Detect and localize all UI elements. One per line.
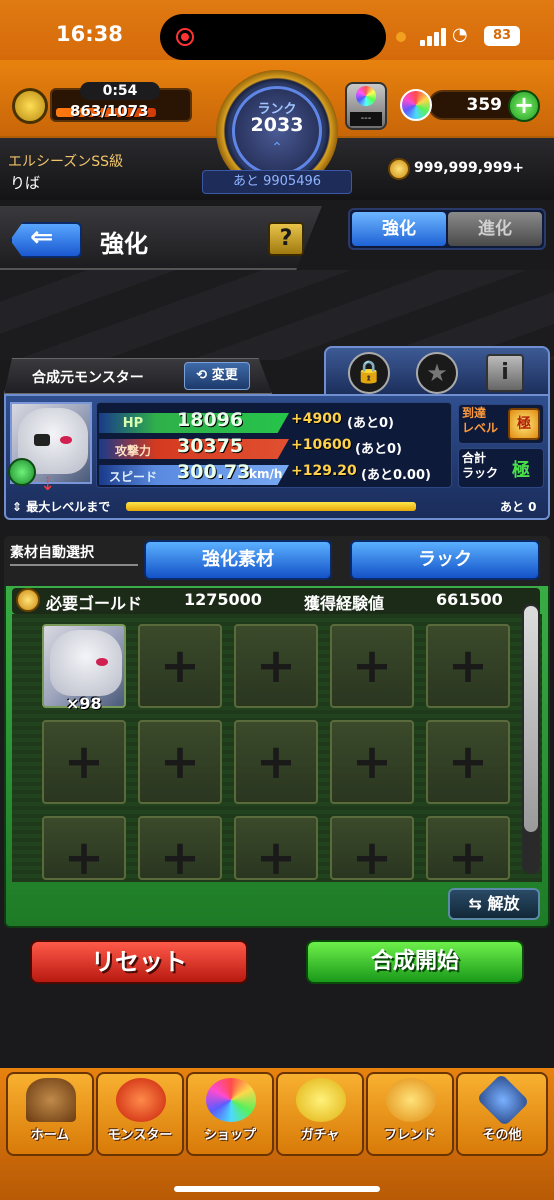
home-indicator[interactable] bbox=[174, 1186, 380, 1192]
max-level-label: ⇕ 最大レベルまで bbox=[12, 500, 111, 514]
orb-value: 359 bbox=[466, 95, 503, 115]
gold-coin-icon bbox=[16, 588, 40, 612]
material-slot[interactable]: + bbox=[330, 816, 414, 886]
star-icon[interactable]: ★ bbox=[416, 352, 458, 394]
gold-value: 999,999,999+ bbox=[414, 160, 525, 176]
material-slot[interactable]: + bbox=[330, 624, 414, 708]
user-name: りば bbox=[10, 174, 41, 192]
reset-button[interactable]: リセット bbox=[30, 940, 248, 984]
stat-rest-hp: (あと0) bbox=[347, 416, 394, 431]
stat-label-attack: 攻撃力 bbox=[114, 444, 151, 458]
stat-box: HP 攻撃力 スピード 18096 30375 300.73 km/h +490… bbox=[96, 402, 452, 488]
battery-icon: 83 bbox=[484, 26, 520, 46]
home-icon bbox=[26, 1078, 76, 1122]
material-slot[interactable]: + bbox=[42, 720, 126, 804]
gold-coin-icon bbox=[388, 158, 410, 180]
luck-value: 極 bbox=[512, 460, 530, 481]
monster-icon bbox=[116, 1078, 166, 1122]
user-title: エルシーズンSS級 bbox=[8, 154, 124, 170]
reach-level-label: 到達 レベル bbox=[462, 406, 499, 435]
nav-monster[interactable] bbox=[96, 1072, 184, 1156]
exp-label: 獲得経験値 bbox=[304, 594, 385, 613]
auto-select-button[interactable]: 素材自動選択 bbox=[10, 542, 138, 566]
stat-rest-speed: (あと0.00) bbox=[361, 468, 431, 483]
orb-icon bbox=[400, 89, 432, 121]
base-monster-label: 合成元モンスター bbox=[32, 370, 144, 386]
material-slot[interactable]: + bbox=[234, 624, 318, 708]
arrow-left-icon: ⇐ bbox=[30, 220, 54, 253]
orb-icon bbox=[206, 1078, 256, 1122]
nav-home[interactable] bbox=[6, 1072, 94, 1156]
nav-friend[interactable] bbox=[366, 1072, 454, 1156]
other-icon bbox=[476, 1073, 530, 1127]
max-level-bar bbox=[126, 502, 416, 511]
material-slot[interactable]: + bbox=[426, 624, 510, 708]
nav-label-home: ホーム bbox=[30, 1128, 70, 1143]
tab-enhance[interactable]: 強化 bbox=[352, 212, 446, 246]
recording-icon bbox=[176, 28, 194, 46]
release-button[interactable]: ⇆ 解放 bbox=[448, 888, 540, 920]
material-slot[interactable]: + bbox=[234, 720, 318, 804]
orb-storage-value: --- bbox=[350, 112, 382, 126]
reach-level-badge: 極 bbox=[508, 408, 540, 440]
stat-value-hp: 18096 bbox=[177, 409, 244, 431]
nav-label-gacha: ガチャ bbox=[300, 1128, 340, 1143]
stat-plus-hp: +4900 bbox=[291, 411, 342, 427]
required-gold-label: 必要ゴールド bbox=[46, 594, 143, 613]
buy-orb-button[interactable]: + bbox=[508, 90, 540, 122]
nav-other[interactable] bbox=[456, 1072, 548, 1156]
nav-gacha[interactable] bbox=[276, 1072, 364, 1156]
stat-unit-speed: km/h bbox=[249, 467, 283, 481]
material-slot[interactable]: + bbox=[42, 816, 126, 886]
nav-label-friend: フレンド bbox=[383, 1128, 436, 1143]
required-gold-value: 1275000 bbox=[184, 590, 262, 609]
nav-label-shop: ショップ bbox=[203, 1128, 256, 1143]
tab-evolve[interactable]: 進化 bbox=[448, 212, 542, 246]
stat-label-speed: スピード bbox=[108, 470, 157, 484]
stat-plus-speed: +129.20 bbox=[291, 463, 357, 479]
nav-shop[interactable] bbox=[186, 1072, 274, 1156]
lock-icon[interactable]: 🔒 bbox=[348, 352, 390, 394]
material-slot[interactable]: + bbox=[426, 816, 510, 886]
luck-label: 合計 ラック bbox=[462, 451, 499, 480]
rank-value: 2033 bbox=[250, 114, 304, 136]
mic-indicator-icon bbox=[396, 32, 406, 42]
luck-button[interactable]: ラック bbox=[350, 540, 540, 580]
stat-label-hp: HP bbox=[122, 416, 144, 431]
material-slot[interactable]: + bbox=[234, 816, 318, 886]
clock: 16:38 bbox=[56, 22, 123, 46]
signal-icon bbox=[420, 26, 448, 46]
stamina-value: 863/1073 bbox=[70, 102, 149, 120]
wood-element-icon bbox=[8, 458, 36, 486]
exp-value: 661500 bbox=[436, 590, 503, 609]
enhance-material-button[interactable]: 強化素材 bbox=[144, 540, 332, 580]
max-level-rest: あと 0 bbox=[500, 500, 537, 514]
rank-next: あと 9905496 bbox=[202, 170, 352, 194]
stat-rest-attack: (あと0) bbox=[355, 442, 402, 457]
stat-value-attack: 30375 bbox=[177, 435, 244, 457]
material-slot[interactable]: + bbox=[330, 720, 414, 804]
start-fusion-button[interactable]: 合成開始 bbox=[306, 940, 524, 984]
wifi-icon: ◔ bbox=[452, 24, 468, 45]
status-mark-icon: ⇣ bbox=[40, 474, 56, 495]
friend-icon bbox=[386, 1078, 436, 1122]
nav-label-other: その他 bbox=[482, 1128, 522, 1143]
material-slot[interactable]: + bbox=[426, 720, 510, 804]
material-count: ×98 bbox=[66, 694, 102, 713]
stamina-timer: 0:54 bbox=[80, 82, 160, 100]
page-title: 強化 bbox=[100, 230, 148, 258]
material-slot[interactable]: + bbox=[138, 816, 222, 886]
stat-value-speed: 300.73 bbox=[177, 461, 251, 483]
material-slot[interactable]: + bbox=[138, 624, 222, 708]
gacha-egg-icon bbox=[296, 1078, 346, 1122]
change-button[interactable]: ⟲ 変更 bbox=[184, 362, 250, 390]
nav-label-monster: モンスター bbox=[107, 1128, 173, 1143]
material-slot[interactable]: + bbox=[138, 720, 222, 804]
scroll-thumb[interactable] bbox=[524, 606, 538, 832]
stat-plus-attack: +10600 bbox=[291, 437, 352, 453]
stamina-icon bbox=[12, 88, 48, 124]
help-button[interactable]: ? bbox=[268, 222, 304, 256]
info-icon[interactable]: i bbox=[486, 354, 524, 392]
chevron-up-icon: ⌃ bbox=[271, 140, 283, 156]
